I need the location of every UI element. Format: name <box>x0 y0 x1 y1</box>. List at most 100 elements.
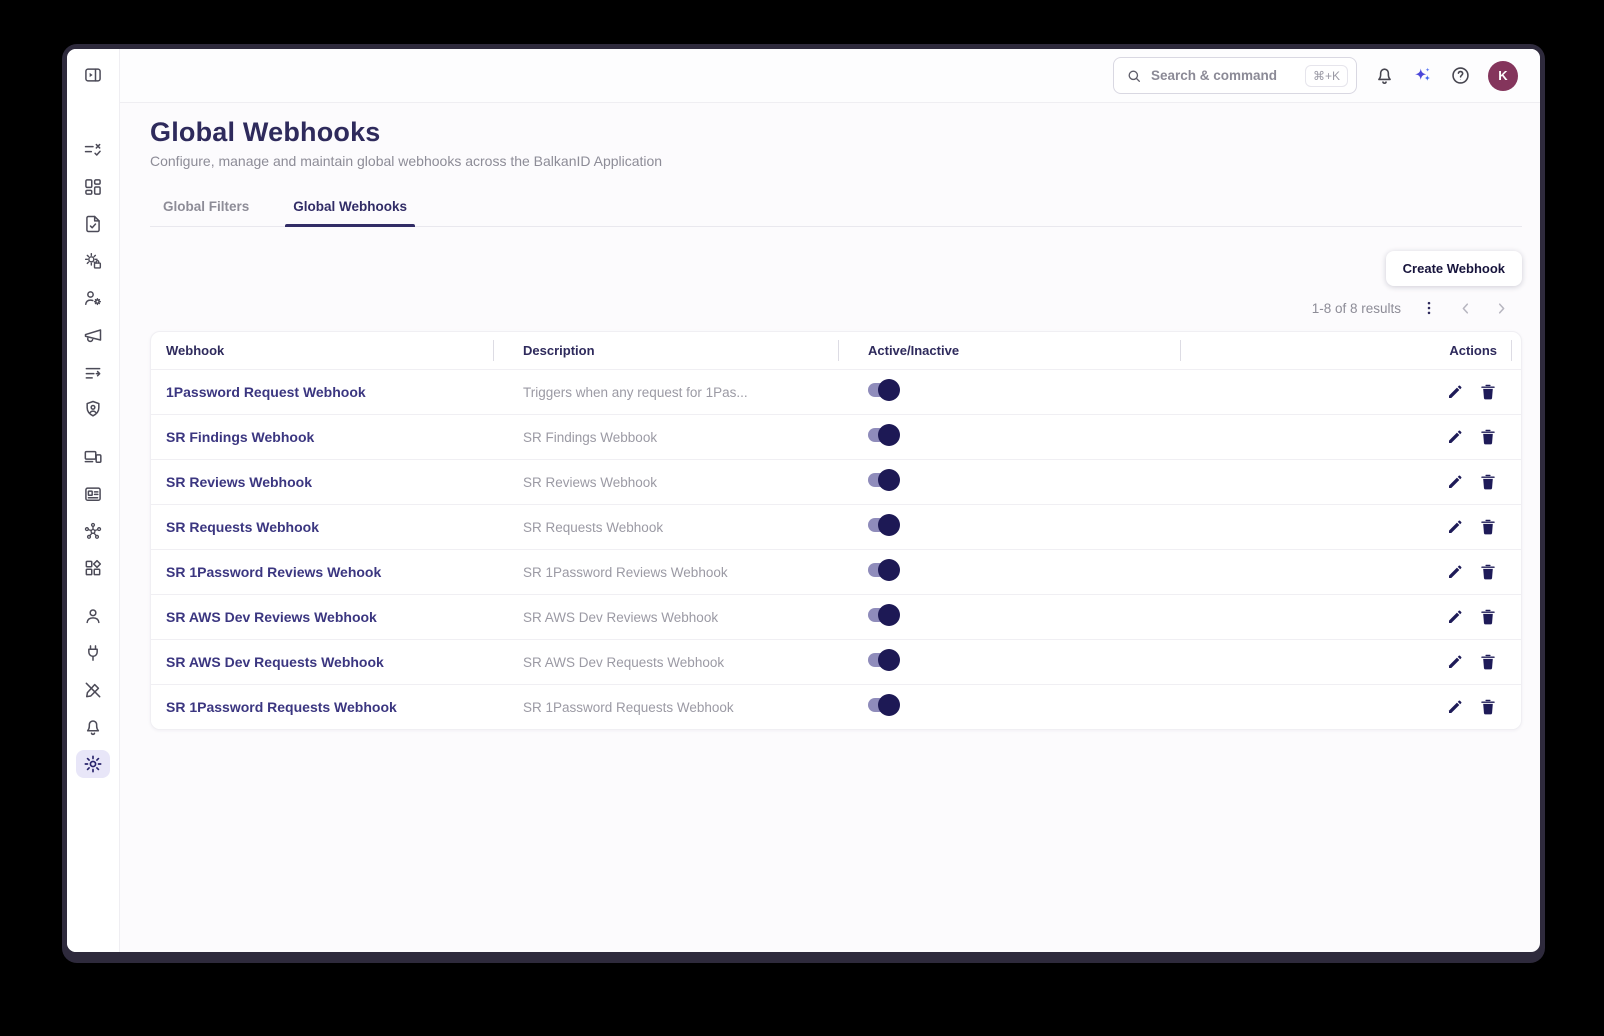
active-toggle[interactable] <box>868 423 900 446</box>
edit-webhook-button[interactable] <box>1446 473 1464 491</box>
pagination-bar: 1-8 of 8 results <box>150 299 1522 317</box>
table-row: SR AWS Dev Reviews Webhook SR AWS Dev Re… <box>151 594 1521 639</box>
page-subtitle: Configure, manage and maintain global we… <box>150 153 663 169</box>
pen-icon <box>83 680 103 700</box>
pencil-icon <box>1446 383 1464 401</box>
edit-webhook-button[interactable] <box>1446 653 1464 671</box>
sidebar-item-list-check[interactable] <box>76 136 110 164</box>
trash-icon <box>1479 563 1497 581</box>
webhook-description: SR 1Password Reviews Webhook <box>523 564 728 580</box>
active-toggle[interactable] <box>868 558 900 581</box>
main-area: Search & command ⌘+K K Global Webhooks C… <box>120 49 1540 952</box>
trash-icon <box>1479 653 1497 671</box>
sidebar-expand-button[interactable] <box>76 61 110 89</box>
table-row: SR 1Password Reviews Wehook SR 1Password… <box>151 549 1521 594</box>
sidebar-item-gear-lock[interactable] <box>76 247 110 275</box>
sidebar-item-pen[interactable] <box>76 676 110 704</box>
edit-webhook-button[interactable] <box>1446 698 1464 716</box>
previous-page-button[interactable] <box>1457 300 1474 317</box>
delete-webhook-button[interactable] <box>1479 473 1497 491</box>
toggle-knob <box>878 378 900 401</box>
table-row: SR AWS Dev Requests Webhook SR AWS Dev R… <box>151 639 1521 684</box>
sidebar-item-settings[interactable] <box>76 750 110 778</box>
sidebar-item-layout[interactable] <box>76 173 110 201</box>
tab-bar: Global Filters Global Webhooks <box>150 193 1522 227</box>
active-toggle[interactable] <box>868 468 900 491</box>
pencil-icon <box>1446 608 1464 626</box>
column-header-active-inactive: Active/Inactive <box>839 332 1181 369</box>
app-window: Search & command ⌘+K K Global Webhooks C… <box>62 44 1545 963</box>
ai-assistant-button[interactable] <box>1412 65 1433 86</box>
edit-webhook-button[interactable] <box>1446 608 1464 626</box>
pencil-icon <box>1446 653 1464 671</box>
table-row: SR Requests Webhook SR Requests Webhook <box>151 504 1521 549</box>
pencil-icon <box>1446 698 1464 716</box>
delete-webhook-button[interactable] <box>1479 653 1497 671</box>
list-check-icon <box>83 140 103 160</box>
sidebar-item-file-check[interactable] <box>76 210 110 238</box>
webhook-description: SR Reviews Webhook <box>523 474 658 490</box>
delete-webhook-button[interactable] <box>1479 563 1497 581</box>
webhook-description: Triggers when any request for 1Pas... <box>523 384 748 400</box>
sidebar-item-user-gear[interactable] <box>76 284 110 312</box>
table-row: 1Password Request Webhook Triggers when … <box>151 369 1521 414</box>
sidebar-item-megaphone[interactable] <box>76 321 110 349</box>
pencil-icon <box>1446 428 1464 446</box>
active-toggle[interactable] <box>868 648 900 671</box>
notifications-button[interactable] <box>1374 65 1395 86</box>
user-avatar[interactable]: K <box>1488 60 1518 91</box>
sidebar-item-id-badge[interactable] <box>76 480 110 508</box>
chevron-left-icon <box>1457 300 1474 317</box>
page-content: Global Webhooks Configure, manage and ma… <box>120 103 1540 952</box>
search-input[interactable]: Search & command ⌘+K <box>1113 57 1357 94</box>
trash-icon <box>1479 608 1497 626</box>
webhook-description: SR AWS Dev Reviews Webhook <box>523 609 719 625</box>
trash-icon <box>1479 473 1497 491</box>
devices-icon <box>83 447 103 467</box>
trash-icon <box>1479 518 1497 536</box>
sidebar-item-apps[interactable] <box>76 554 110 582</box>
create-webhook-button[interactable]: Create Webhook <box>1385 251 1522 286</box>
help-icon <box>1450 65 1471 86</box>
tab-global-filters[interactable]: Global Filters <box>155 193 257 226</box>
bell-icon <box>1374 65 1395 86</box>
sidebar-item-hub[interactable] <box>76 517 110 545</box>
sidebar-item-person[interactable] <box>76 602 110 630</box>
toggle-knob <box>878 648 900 671</box>
file-check-icon <box>83 214 103 234</box>
delete-webhook-button[interactable] <box>1479 428 1497 446</box>
edit-webhook-button[interactable] <box>1446 563 1464 581</box>
edit-webhook-button[interactable] <box>1446 518 1464 536</box>
edit-webhook-button[interactable] <box>1446 383 1464 401</box>
webhook-name: SR 1Password Reviews Wehook <box>166 564 382 580</box>
chevron-right-icon <box>1493 300 1510 317</box>
edit-webhook-button[interactable] <box>1446 428 1464 446</box>
delete-webhook-button[interactable] <box>1479 608 1497 626</box>
sidebar-item-plug[interactable] <box>76 639 110 667</box>
next-page-button[interactable] <box>1493 300 1510 317</box>
page-title: Global Webhooks <box>150 117 381 147</box>
user-gear-icon <box>83 288 103 308</box>
active-toggle[interactable] <box>868 378 900 401</box>
sidebar-group-primary <box>76 136 110 423</box>
pagination-menu-button[interactable] <box>1420 299 1438 317</box>
toggle-knob <box>878 423 900 446</box>
delete-webhook-button[interactable] <box>1479 698 1497 716</box>
settings-gear-icon <box>83 754 103 774</box>
sidebar-item-bell[interactable] <box>76 713 110 741</box>
help-button[interactable] <box>1450 65 1471 86</box>
panel-toggle-icon <box>83 65 103 85</box>
active-toggle[interactable] <box>868 693 900 716</box>
sidebar-item-devices[interactable] <box>76 443 110 471</box>
webhook-description: SR AWS Dev Requests Webhook <box>523 654 725 670</box>
tab-global-webhooks[interactable]: Global Webhooks <box>285 193 415 227</box>
sidebar-item-sliders[interactable] <box>76 358 110 386</box>
table-row: SR 1Password Requests Webhook SR 1Passwo… <box>151 684 1521 729</box>
sidebar-group-tertiary <box>76 602 110 778</box>
active-toggle[interactable] <box>868 513 900 536</box>
delete-webhook-button[interactable] <box>1479 383 1497 401</box>
desktop-background: Search & command ⌘+K K Global Webhooks C… <box>0 0 1604 1036</box>
sidebar-item-shield-user[interactable] <box>76 395 110 423</box>
delete-webhook-button[interactable] <box>1479 518 1497 536</box>
active-toggle[interactable] <box>868 603 900 626</box>
